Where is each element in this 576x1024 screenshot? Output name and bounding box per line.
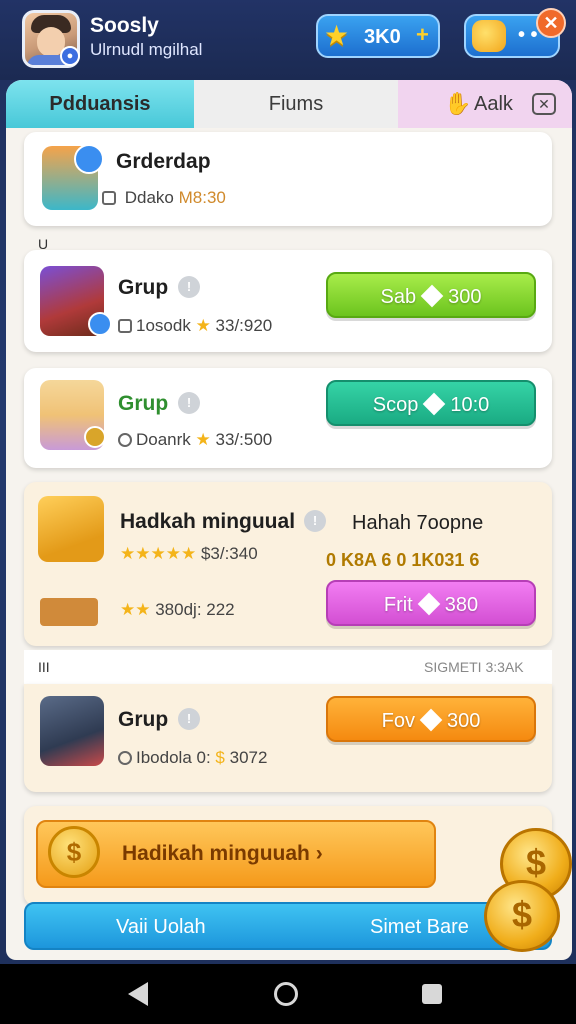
section-2-right: SIGMETI 3:3AK [424, 659, 524, 675]
robot-icon [40, 696, 104, 766]
smile-icon [88, 312, 112, 336]
bottom-action-bar[interactable]: Vaii Uolah Simet Bare [24, 902, 552, 950]
offer-3-price: 380 [444, 594, 479, 616]
badge-icon [74, 144, 104, 174]
offer-1-stats: 1osodk ★ 33/:920 [118, 316, 272, 336]
star-icon: ★★ [120, 600, 156, 619]
gem-icon [417, 592, 441, 616]
home-icon[interactable] [274, 982, 298, 1006]
offer-2-title: Grup [118, 392, 169, 415]
promo-label: Hadikah minguuah [122, 842, 310, 865]
star-icon: ★ [195, 316, 216, 335]
gem-icon [419, 708, 443, 732]
info-icon[interactable]: ! [304, 510, 326, 532]
offer-3-side-stats: 0 K8A 6 0 1K031 6 [326, 550, 480, 570]
offer-3-left: 380dj: 222 [155, 600, 235, 619]
offer-4-price: 300 [446, 710, 481, 732]
tab-aalk[interactable]: ✋ Aalk ✕ [398, 80, 572, 128]
promo-text: Hadikah minguuah › [122, 842, 323, 866]
close-icon[interactable]: ✕ [536, 8, 566, 38]
section-header-2: III SIGMETI 3:3AK [24, 650, 552, 684]
bottom-right-label[interactable]: Simet Bare [370, 916, 469, 939]
timer-icon [118, 751, 132, 765]
offer-1-right: 33/:920 [215, 316, 273, 335]
more-icon[interactable]: • • [518, 24, 538, 47]
tab-fiums[interactable]: Fiums [194, 80, 398, 128]
tab-pdduansis[interactable]: Pdduansis [6, 80, 194, 128]
star-icon: ★ [195, 430, 216, 449]
offer-1-button-label: Sab [380, 286, 417, 308]
gem-icon [423, 392, 446, 416]
bottom-left-label[interactable]: Vaii Uolah [116, 916, 206, 939]
offer-card-4[interactable]: Grup ! Ibodola 0: $ 3072 Fov 300 [24, 684, 552, 792]
info-icon[interactable]: ! [178, 276, 200, 298]
offer-3-rating-value: $3/:340 [200, 544, 258, 563]
treasure-icon [38, 496, 104, 562]
user-subtitle: Ulrnudl mgilhal [90, 40, 203, 59]
coin-icon [84, 426, 106, 448]
offer-1-price: 300 [448, 286, 482, 308]
offer-4-button-label: Fov [381, 710, 415, 732]
featured-card[interactable]: Grderdap Ddako M8:30 [24, 132, 552, 226]
featured-title: Grderdap [116, 150, 211, 173]
cookie-icon [472, 20, 506, 52]
hand-icon: ✋ [444, 91, 472, 116]
offer-2-button[interactable]: Scop 10:0 [326, 380, 536, 426]
avatar-badge-icon: ● [60, 46, 80, 66]
offer-3-button-label: Frit [383, 594, 413, 616]
offer-2-left: Doanrk [136, 430, 191, 449]
coin-icon: $ [484, 880, 560, 952]
offer-3-side-title: Hahah 7oopne [352, 512, 484, 534]
stars-balance[interactable]: ★ 3K0 + [316, 14, 440, 58]
offer-4-right: 3072 [229, 748, 268, 767]
timer-icon [118, 433, 132, 447]
featured-sub-label: Ddako [124, 188, 174, 207]
coin-icon: $ [48, 826, 100, 878]
pack-icon [118, 319, 132, 333]
offer-1-title: Grup [118, 276, 169, 299]
top-bar: ● Soosly Ulrnudl mgilhal ★ 3K0 + • • ✕ [0, 0, 576, 80]
offer-3-rating: ★★★★★ $3/:340 [120, 544, 258, 564]
tab-aalk-label: Aalk [474, 93, 513, 115]
coin-bag-icon: $ [215, 748, 230, 767]
offer-3-stats: ★★ 380dj: 222 [120, 600, 235, 620]
clock-icon [102, 191, 116, 205]
offer-4-stats: Ibodola 0: $ 3072 [118, 748, 267, 768]
offer-2-stats: Doanrk ★ 33/:500 [118, 430, 272, 450]
offer-4-left: Ibodola 0: [136, 748, 211, 767]
offer-card-2[interactable]: Grup ! Doanrk ★ 33/:500 Scop 10:0 [24, 368, 552, 468]
offer-3-title: Hadkah minguual [120, 510, 296, 533]
star-icon: ★ [324, 20, 350, 51]
featured-sub-value: M8:30 [178, 188, 226, 207]
offer-2-button-label: Scop [372, 394, 419, 416]
system-nav-bar [0, 964, 576, 1024]
offer-card-3[interactable]: Hadkah minguual ! ★★★★★ $3/:340 ★★ 380dj… [24, 482, 552, 646]
rating-stars-icon: ★★★★★ [120, 544, 201, 563]
featured-sub: Ddako M8:30 [102, 188, 226, 208]
offer-4-title: Grup [118, 708, 169, 731]
user-name: Soosly [90, 14, 159, 37]
offer-3-button[interactable]: Frit 380 [326, 580, 536, 626]
offer-2-price: 10:0 [450, 394, 490, 416]
gem-icon [420, 284, 444, 308]
chevron-right-icon: › [315, 842, 323, 865]
offer-4-button[interactable]: Fov 300 [326, 696, 536, 742]
info-icon[interactable]: ! [178, 392, 200, 414]
offer-1-button[interactable]: Sab 300 [326, 272, 536, 318]
back-icon[interactable] [128, 982, 148, 1006]
main-panel: Pdduansis Fiums ✋ Aalk ✕ Grderdap Ddako … [6, 80, 572, 960]
promo-banner[interactable]: $ Hadikah minguuah › [36, 820, 436, 888]
tab-bar: Pdduansis Fiums ✋ Aalk ✕ [6, 80, 572, 128]
add-stars-icon[interactable]: + [416, 22, 429, 48]
stars-value: 3K0 [364, 26, 401, 48]
crate-icon [40, 598, 98, 626]
tab-close-icon[interactable]: ✕ [532, 93, 556, 115]
section-2-left: III [38, 659, 50, 675]
offer-card-1[interactable]: Grup ! 1osodk ★ 33/:920 Sab 300 [24, 250, 552, 352]
recent-apps-icon[interactable] [422, 984, 442, 1004]
info-icon[interactable]: ! [178, 708, 200, 730]
offer-1-left: 1osodk [136, 316, 191, 335]
offer-2-right: 33/:500 [215, 430, 273, 449]
